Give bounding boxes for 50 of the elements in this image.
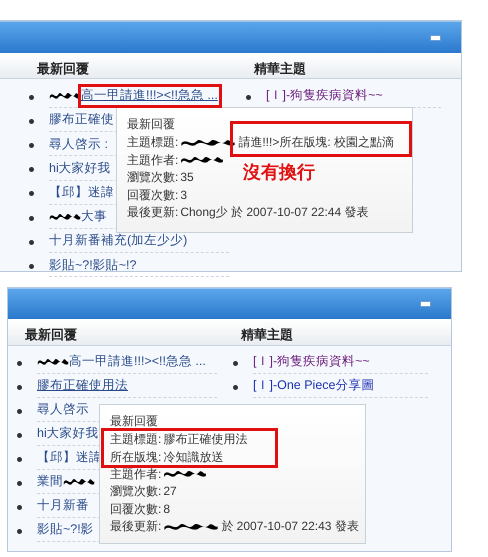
bullet-icon [17,456,22,462]
bullet-icon [29,118,34,124]
bullet-icon [17,480,22,486]
column-heading: 精華主題 [254,60,306,78]
info-value: Chong少 於 2007-10-07 22:44 發表 [180,204,368,222]
info-label: 最後更新: [127,204,178,222]
tooltip-heading: 最新回覆 [127,116,176,133]
column-heading: 最新回覆 [37,60,89,78]
bullet-icon [29,94,34,100]
bullet-icon [29,240,34,245]
info-label: 主題作者: [110,466,162,483]
column-heading: 最新回覆 [25,326,77,344]
info-value: 3 [180,186,188,204]
info-value: 35 [180,169,194,186]
info-label: 主題標題: [110,431,162,448]
info-label: 瀏覽次數: [110,483,162,500]
info-value: 於 2007-10-07 22:43 發表 [221,518,359,536]
bullet-icon [29,167,34,172]
bullet-icon [29,216,34,221]
info-label: 主題標題: [127,134,178,152]
bullet-icon [17,432,22,438]
topic-link[interactable]: 高一甲請進!!!><!!急急 ... [37,352,217,374]
bullet-icon [246,94,251,100]
bullet-icon [233,360,238,366]
info-value: 請進!!!>所在版塊: 校園之點滴 [238,134,394,152]
info-label: 回覆次數: [127,186,178,204]
bullet-icon [17,360,22,366]
info-label: 回覆次數: [110,500,162,518]
bullet-icon [29,142,34,148]
minimize-icon[interactable] [420,301,431,307]
minimize-icon[interactable] [430,34,441,40]
info-label: 所在版塊: [110,448,162,466]
bullet-icon [17,384,22,390]
info-value: 27 [163,483,177,500]
column-heading: 精華主題 [241,326,293,344]
info-label: 主題作者: [127,152,178,169]
info-label: 瀏覽次數: [127,169,178,186]
info-value: 8 [163,500,170,518]
topic-link[interactable]: 影貼~?!影貼~!? [49,256,229,278]
bullet-icon [29,191,34,196]
bullet-icon [17,504,22,510]
annotation-text: 沒有換行 [243,161,315,184]
topic-link[interactable]: [Ｉ]-One Piece分享圖 [253,376,428,398]
topic-link[interactable]: [Ｉ]-狗隻疾病資料~~ [253,352,428,374]
bullet-icon [17,528,22,534]
info-value: 冷知識放送 [163,448,224,466]
bullet-icon [17,408,22,414]
bullet-icon [29,264,34,269]
bullet-icon [233,384,238,390]
info-label: 最後更新: [110,518,162,536]
